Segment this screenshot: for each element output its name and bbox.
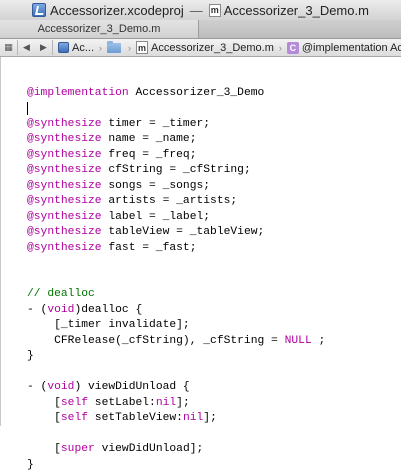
code-keyword: @synthesize: [27, 242, 102, 254]
code-text-run: tableView = _tableView;: [102, 226, 265, 238]
code-keyword: @synthesize: [27, 211, 102, 223]
code-line[interactable]: @synthesize tableView = _tableView;: [27, 225, 325, 241]
breadcrumb-folder[interactable]: ›: [102, 43, 131, 53]
code-keyword: @synthesize: [27, 149, 102, 161]
code-keyword: @synthesize: [27, 164, 102, 176]
code-text-run: timer = _timer;: [102, 118, 210, 130]
jump-bar: ▦ ◀ ▶ Ac... › › m Accessorizer_3_Demo.m …: [0, 39, 401, 57]
code-text-run: Accessorizer_3_Demo: [129, 87, 265, 99]
source-editor[interactable]: @implementation Accessorizer_3_Demo @synt…: [0, 57, 401, 426]
code-line[interactable]: @synthesize artists = _artists;: [27, 194, 325, 210]
code-text-run: [: [27, 412, 61, 424]
code-text-run: artists = _artists;: [102, 195, 238, 207]
folder-icon: [107, 43, 121, 53]
code-keyword: nil: [183, 412, 203, 424]
code-text-run: name = _name;: [102, 133, 197, 145]
class-icon: C: [287, 42, 299, 54]
breadcrumb-symbol-label: @implementation Accessorizer_3_Demo: [302, 42, 401, 54]
breadcrumb-file-label: Accessorizer_3_Demo.m: [151, 42, 274, 54]
code-line[interactable]: [27, 256, 325, 272]
code-line[interactable]: [self setLabel:nil];: [27, 396, 325, 412]
code-text-run: }: [27, 459, 34, 471]
code-text-run: ];: [203, 412, 217, 424]
code-keyword: self: [61, 412, 88, 424]
window-title-separator: —: [190, 3, 203, 18]
breadcrumb-project[interactable]: Ac... ›: [53, 42, 102, 54]
breadcrumb-symbol[interactable]: C @implementation Accessorizer_3_Demo: [282, 42, 401, 54]
window-titlebar: Accessorizer.xcodeproj — m Accessorizer_…: [0, 0, 401, 20]
tab-accessorizer-demo[interactable]: Accessorizer_3_Demo.m: [0, 20, 199, 38]
code-keyword: self: [61, 397, 88, 409]
related-items-grid-icon[interactable]: ▦: [0, 39, 17, 56]
code-line[interactable]: - (void)dealloc {: [27, 303, 325, 319]
code-text-run: - (: [27, 304, 47, 316]
code-line[interactable]: }: [27, 349, 325, 365]
code-keyword: @synthesize: [27, 133, 102, 145]
code-text[interactable]: @implementation Accessorizer_3_Demo @synt…: [27, 70, 325, 473]
text-cursor: [27, 102, 28, 115]
code-line[interactable]: [27, 101, 325, 117]
code-text-run: setLabel:: [88, 397, 156, 409]
code-text-run: [: [27, 397, 61, 409]
code-comment: // dealloc: [27, 288, 95, 300]
back-arrow-icon[interactable]: ◀: [18, 39, 35, 56]
code-line[interactable]: [27, 365, 325, 381]
code-line[interactable]: [27, 427, 325, 443]
code-text-run: label = _label;: [102, 211, 210, 223]
code-line[interactable]: - (void) viewDidUnload {: [27, 380, 325, 396]
code-text-run: fast = _fast;: [102, 242, 197, 254]
code-text-run: setTableView:: [88, 412, 183, 424]
window-title-project: Accessorizer.xcodeproj: [50, 3, 184, 18]
code-keyword: @synthesize: [27, 195, 102, 207]
code-text-run: [: [27, 443, 61, 455]
breadcrumb-file[interactable]: m Accessorizer_3_Demo.m ›: [131, 41, 282, 54]
code-text-run: songs = _songs;: [102, 180, 210, 192]
code-line[interactable]: }: [27, 458, 325, 473]
code-text-run: cfString = _cfString;: [102, 164, 251, 176]
code-line[interactable]: @synthesize songs = _songs;: [27, 179, 325, 195]
code-text-run: }: [27, 350, 34, 362]
code-line[interactable]: @implementation Accessorizer_3_Demo: [27, 86, 325, 102]
project-icon: [58, 42, 69, 53]
code-keyword: @synthesize: [27, 226, 102, 238]
code-text-run: ;: [312, 335, 326, 347]
code-line[interactable]: [super viewDidUnload];: [27, 442, 325, 458]
objc-file-icon: m: [136, 41, 148, 54]
code-keyword: NULL: [285, 335, 312, 347]
tab-bar: Accessorizer_3_Demo.m: [0, 20, 401, 39]
breadcrumb-project-label: Ac...: [72, 42, 94, 54]
xcode-project-icon: [32, 3, 46, 17]
code-line[interactable]: // dealloc: [27, 287, 325, 303]
code-line[interactable]: @synthesize name = _name;: [27, 132, 325, 148]
code-text-run: ) viewDidUnload {: [74, 381, 189, 393]
forward-arrow-icon[interactable]: ▶: [35, 39, 52, 56]
code-line[interactable]: @synthesize freq = _freq;: [27, 148, 325, 164]
code-line[interactable]: @synthesize fast = _fast;: [27, 241, 325, 257]
code-line[interactable]: @synthesize label = _label;: [27, 210, 325, 226]
code-text-run: viewDidUnload];: [95, 443, 203, 455]
code-line[interactable]: [self setTableView:nil];: [27, 411, 325, 427]
code-line[interactable]: CFRelease(_cfString), _cfString = NULL ;: [27, 334, 325, 350]
code-keyword: @synthesize: [27, 180, 102, 192]
code-line[interactable]: [27, 70, 325, 86]
code-keyword: void: [47, 304, 74, 316]
code-text-run: - (: [27, 381, 47, 393]
code-line[interactable]: @synthesize cfString = _cfString;: [27, 163, 325, 179]
code-line[interactable]: [27, 272, 325, 288]
code-text-run: ];: [176, 397, 190, 409]
code-text-run: [_timer invalidate];: [27, 319, 190, 331]
code-text-run: freq = _freq;: [102, 149, 197, 161]
code-keyword: void: [47, 381, 74, 393]
code-keyword: nil: [156, 397, 176, 409]
code-keyword: @synthesize: [27, 118, 102, 130]
code-line[interactable]: @synthesize timer = _timer;: [27, 117, 325, 133]
code-text-run: )dealloc {: [74, 304, 142, 316]
objc-file-icon: m: [209, 4, 221, 17]
code-keyword: @implementation: [27, 87, 129, 99]
code-text-run: CFRelease(_cfString), _cfString =: [27, 335, 285, 347]
window-title-file: Accessorizer_3_Demo.m: [224, 3, 369, 18]
code-line[interactable]: [_timer invalidate];: [27, 318, 325, 334]
code-keyword: super: [61, 443, 95, 455]
